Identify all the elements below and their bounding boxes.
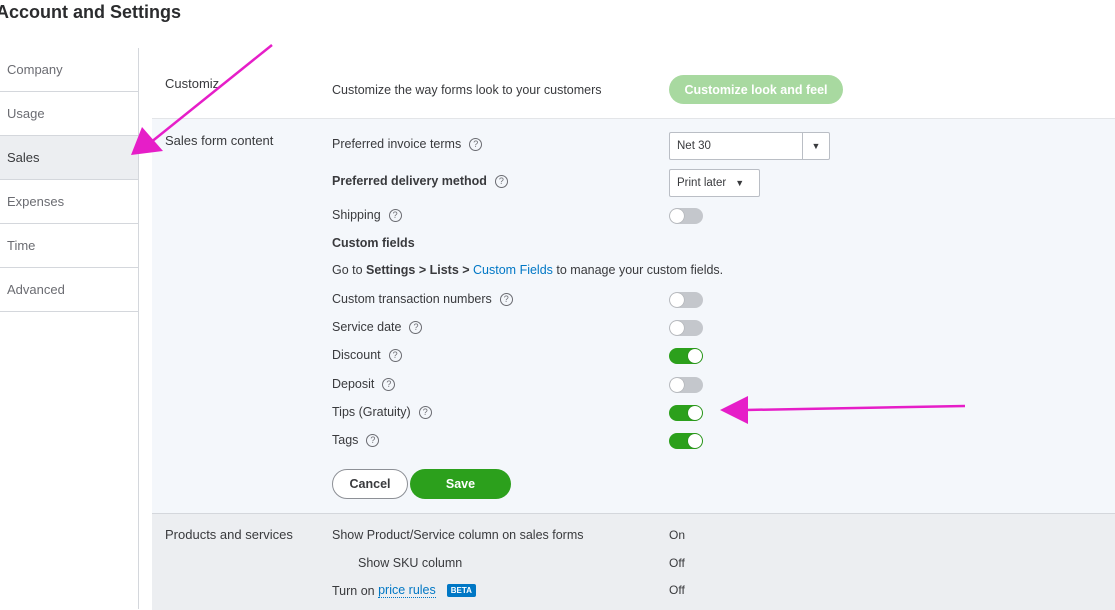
shipping-toggle[interactable]: [669, 208, 703, 224]
custom-transaction-numbers-row: Custom transaction numbers ?: [332, 292, 513, 306]
delivery-method-row: Preferred delivery method ?: [332, 174, 508, 188]
sku-column-label: Show SKU column: [358, 556, 463, 570]
sku-column-value: Off: [669, 556, 685, 570]
custom-fields-note: Go to Settings > Lists > Custom Fields t…: [332, 263, 723, 277]
help-icon[interactable]: ?: [469, 137, 483, 151]
cancel-button[interactable]: Cancel: [332, 469, 408, 499]
sidebar-item-label: Expenses: [7, 194, 65, 209]
settings-sidebar: Company Usage Sales Expenses Time Advanc…: [0, 48, 139, 609]
product-column-label: Show Product/Service column on sales for…: [332, 528, 584, 542]
price-rules-value: Off: [669, 583, 685, 597]
tags-toggle[interactable]: [669, 433, 703, 449]
tips-row: Tips (Gratuity) ?: [332, 405, 432, 419]
shipping-row: Shipping ?: [332, 208, 402, 222]
delivery-method-label: Preferred delivery method: [332, 174, 487, 188]
sidebar-item-sales[interactable]: Sales: [0, 136, 138, 180]
toggle-knob: [688, 406, 702, 420]
caret-down-icon[interactable]: ▼: [802, 133, 829, 159]
toggle-knob: [670, 378, 684, 392]
toggle-label: Tips (Gratuity): [332, 405, 411, 419]
toggle-label: Discount: [332, 348, 381, 362]
sales-form-content-label: Sales form content: [165, 133, 274, 148]
help-icon[interactable]: ?: [499, 292, 513, 306]
delivery-method-value: Print later: [677, 177, 727, 189]
tags-row: Tags ?: [332, 433, 380, 447]
toggle-label: Tags: [332, 433, 359, 447]
help-icon[interactable]: ?: [418, 405, 432, 419]
toggle-knob: [670, 209, 684, 223]
toggle-knob: [688, 349, 702, 363]
help-icon[interactable]: ?: [409, 320, 423, 334]
service-date-toggle[interactable]: [669, 320, 703, 336]
save-button[interactable]: Save: [410, 469, 511, 499]
discount-toggle[interactable]: [669, 348, 703, 364]
note-suffix: to manage your custom fields.: [552, 263, 724, 277]
toggle-knob: [688, 434, 702, 448]
help-icon[interactable]: ?: [382, 377, 396, 391]
toggle-label: Service date: [332, 320, 402, 334]
sidebar-item-label: Time: [7, 238, 36, 253]
help-icon[interactable]: ?: [388, 208, 402, 222]
sales-form-content-panel: [152, 118, 1115, 513]
price-rules-row: Turn on price rules BETA: [332, 583, 476, 598]
custom-transaction-numbers-toggle[interactable]: [669, 292, 703, 308]
sidebar-item-label: Advanced: [7, 282, 65, 297]
help-icon[interactable]: ?: [388, 348, 402, 362]
product-column-value: On: [669, 528, 686, 542]
shipping-label: Shipping: [332, 208, 381, 222]
service-date-row: Service date ?: [332, 320, 423, 334]
help-icon[interactable]: ?: [366, 433, 380, 447]
page-title: Account and Settings: [0, 2, 182, 22]
toggle-label: Custom transaction numbers: [332, 292, 492, 306]
sidebar-item-label: Usage: [7, 106, 45, 121]
discount-row: Discount ?: [332, 348, 402, 362]
toggle-knob: [670, 293, 684, 307]
sidebar-item-advanced[interactable]: Advanced: [0, 268, 138, 312]
invoice-terms-row: Preferred invoice terms ?: [332, 137, 483, 151]
note-path: Settings > Lists >: [366, 263, 474, 277]
note-prefix: Go to: [332, 263, 367, 277]
help-icon[interactable]: ?: [494, 174, 508, 188]
price-rules-prefix: Turn on: [332, 583, 379, 598]
sidebar-item-label: Sales: [7, 150, 40, 165]
toggle-label: Deposit: [332, 377, 375, 391]
customize-section-label: Customiz: [165, 76, 220, 91]
sidebar-item-label: Company: [7, 62, 63, 77]
customize-look-and-feel-button[interactable]: Customize look and feel: [669, 75, 843, 104]
deposit-row: Deposit ?: [332, 377, 396, 391]
sidebar-item-time[interactable]: Time: [0, 224, 138, 268]
products-and-services-panel: [152, 513, 1115, 610]
beta-badge: BETA: [446, 584, 476, 597]
custom-fields-link[interactable]: Custom Fields: [473, 263, 553, 277]
toggle-knob: [670, 321, 684, 335]
tips-toggle[interactable]: [669, 405, 703, 421]
products-section-label: Products and services: [165, 527, 293, 542]
deposit-toggle[interactable]: [669, 377, 703, 393]
invoice-terms-select[interactable]: Net 30 ▼: [669, 132, 830, 160]
price-rules-link[interactable]: price rules: [378, 583, 436, 598]
invoice-terms-label: Preferred invoice terms: [332, 137, 462, 151]
sidebar-item-company[interactable]: Company: [0, 48, 138, 92]
sidebar-item-expenses[interactable]: Expenses: [0, 180, 138, 224]
caret-down-icon: ▼: [735, 178, 745, 188]
sidebar-item-usage[interactable]: Usage: [0, 92, 138, 136]
delivery-method-select[interactable]: Print later ▼: [669, 169, 760, 197]
invoice-terms-value: Net 30: [677, 140, 711, 152]
customize-description: Customize the way forms look to your cus…: [332, 83, 602, 97]
custom-fields-heading: Custom fields: [332, 236, 415, 250]
